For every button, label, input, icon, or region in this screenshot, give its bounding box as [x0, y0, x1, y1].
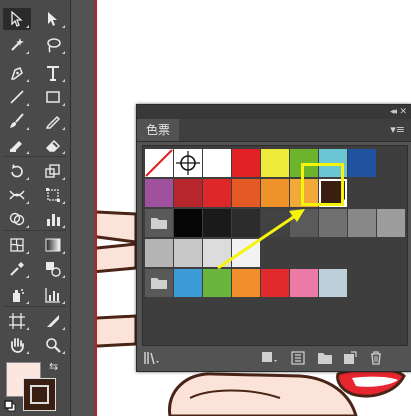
- annotation-arrow: [217, 209, 305, 270]
